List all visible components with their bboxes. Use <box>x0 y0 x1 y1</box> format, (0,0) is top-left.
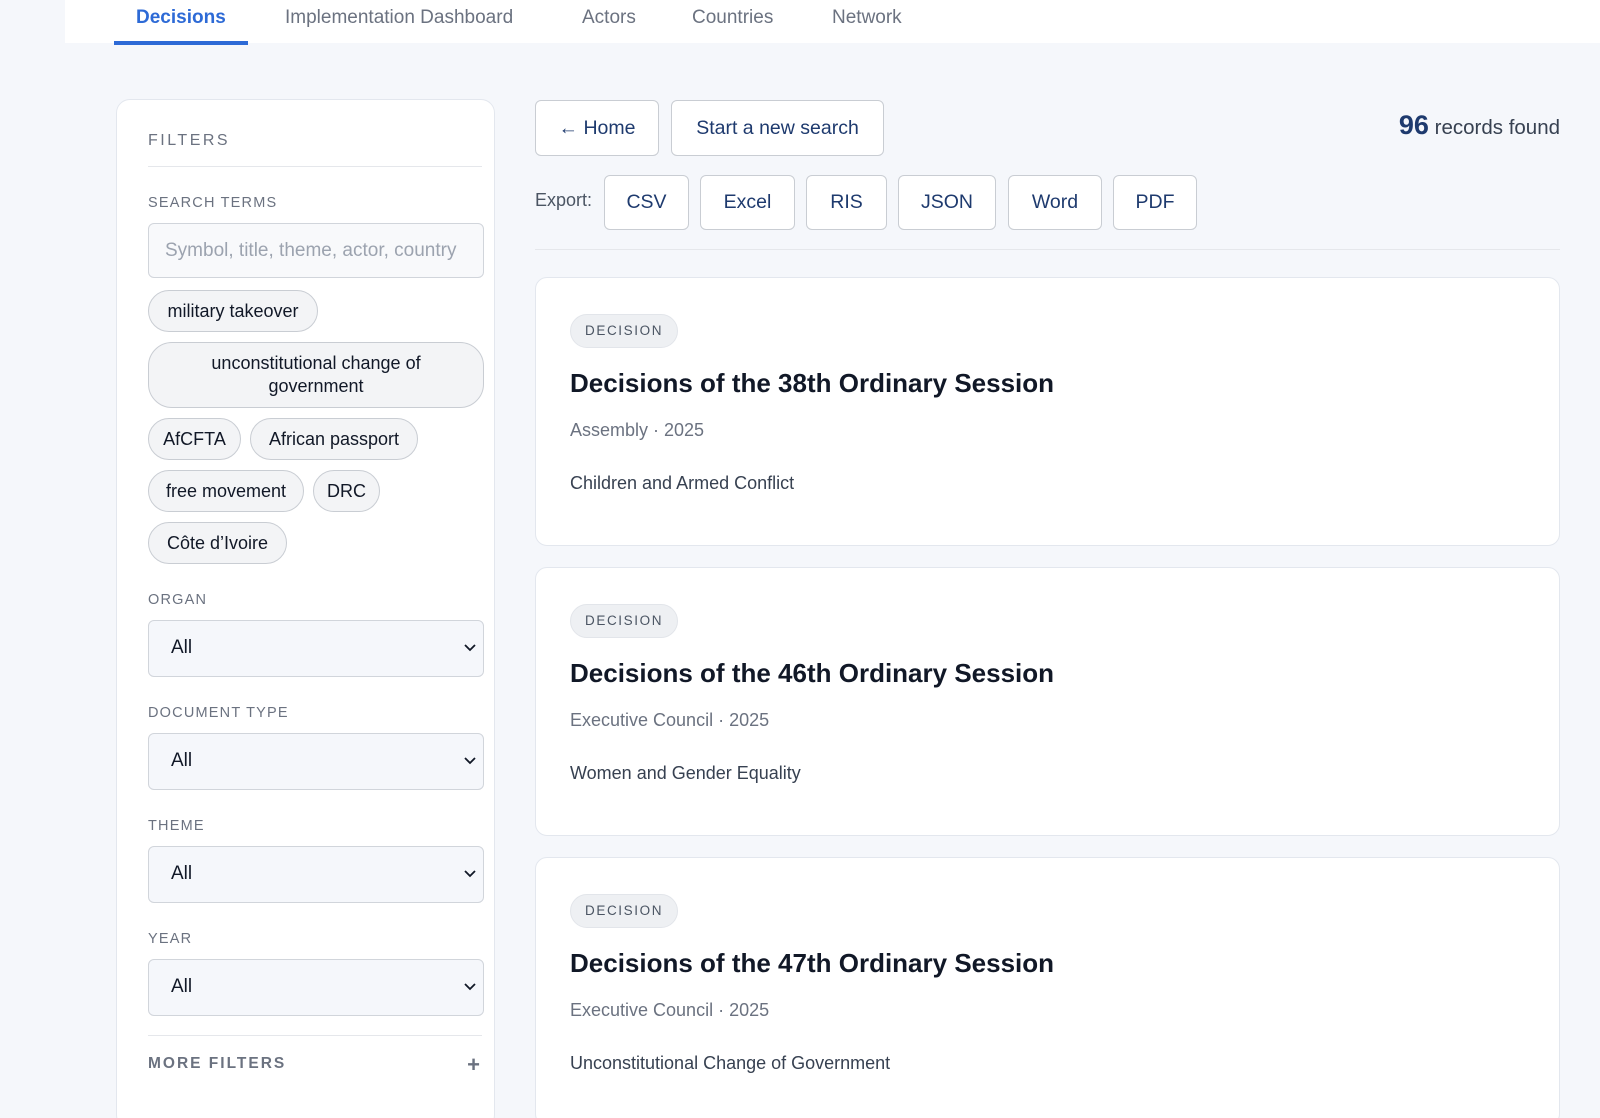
document-type-label: DOCUMENT TYPE <box>148 705 289 721</box>
result-card[interactable]: DECISION Decisions of the 38th Ordinary … <box>535 277 1560 546</box>
result-card[interactable]: DECISION Decisions of the 47th Ordinary … <box>535 857 1560 1118</box>
export-pdf-button[interactable]: PDF <box>1113 175 1197 230</box>
year-value: All <box>171 976 193 997</box>
suggestion-chip[interactable]: DRC <box>313 470 380 512</box>
suggestion-chip[interactable]: free movement <box>148 470 304 512</box>
type-badge: DECISION <box>570 314 679 348</box>
divider <box>148 1035 482 1036</box>
type-badge: DECISION <box>570 894 679 928</box>
search-input[interactable] <box>148 223 484 278</box>
type-badge: DECISION <box>570 604 679 638</box>
chevron-down-icon <box>464 757 476 765</box>
top-nav: Decisions Implementation Dashboard Actor… <box>65 0 1600 45</box>
more-filters-toggle[interactable]: MORE FILTERS + <box>148 1052 482 1085</box>
search-terms-label: SEARCH TERMS <box>148 195 278 211</box>
filters-title: FILTERS <box>148 132 231 149</box>
home-button[interactable]: ← Home <box>535 100 659 156</box>
year-label: YEAR <box>148 931 193 947</box>
document-type-value: All <box>171 750 193 771</box>
result-title[interactable]: Decisions of the 46th Ordinary Session <box>570 658 1054 689</box>
plus-icon: + <box>467 1052 480 1077</box>
suggestion-chip[interactable]: AfCFTA <box>148 418 241 460</box>
records-number: 96 <box>1398 110 1429 140</box>
chevron-down-icon <box>464 983 476 991</box>
result-meta: Assembly · 2025 <box>570 420 705 440</box>
records-suffix: records found <box>1434 116 1560 139</box>
filters-panel: FILTERS SEARCH TERMS military takeover u… <box>116 99 495 1118</box>
suggestion-chip[interactable]: African passport <box>250 418 418 460</box>
chevron-down-icon <box>464 644 476 652</box>
result-card[interactable]: DECISION Decisions of the 46th Ordinary … <box>535 567 1560 836</box>
suggestion-chip[interactable]: military takeover <box>148 290 318 332</box>
suggestion-chip[interactable]: unconstitutional change of government <box>148 342 484 408</box>
more-filters-label: MORE FILTERS <box>148 1055 287 1072</box>
theme-select[interactable]: All <box>148 846 484 903</box>
divider <box>535 249 1560 250</box>
document-type-select[interactable]: All <box>148 733 484 790</box>
tab-actors[interactable]: Actors <box>582 0 636 45</box>
export-csv-button[interactable]: CSV <box>604 175 689 230</box>
export-json-button[interactable]: JSON <box>898 175 996 230</box>
organ-label: ORGAN <box>148 592 208 608</box>
tab-network[interactable]: Network <box>832 0 902 45</box>
tab-countries[interactable]: Countries <box>692 0 773 45</box>
export-word-button[interactable]: Word <box>1008 175 1102 230</box>
theme-label: THEME <box>148 818 205 834</box>
export-label: Export: <box>535 190 593 210</box>
result-meta: Executive Council · 2025 <box>570 1000 770 1020</box>
organ-select[interactable]: All <box>148 620 484 677</box>
export-excel-button[interactable]: Excel <box>700 175 795 230</box>
chevron-down-icon <box>464 870 476 878</box>
tab-implementation-dashboard[interactable]: Implementation Dashboard <box>285 0 513 45</box>
result-meta: Executive Council · 2025 <box>570 710 770 730</box>
new-search-button[interactable]: Start a new search <box>671 100 884 156</box>
result-theme: Women and Gender Equality <box>570 763 801 783</box>
result-theme: Children and Armed Conflict <box>570 473 795 493</box>
export-ris-button[interactable]: RIS <box>806 175 887 230</box>
result-title[interactable]: Decisions of the 38th Ordinary Session <box>570 368 1054 399</box>
year-select[interactable]: All <box>148 959 484 1016</box>
result-title[interactable]: Decisions of the 47th Ordinary Session <box>570 948 1054 979</box>
suggestion-chip[interactable]: Côte d’Ivoire <box>148 522 287 564</box>
theme-value: All <box>171 863 193 884</box>
divider <box>148 166 482 167</box>
organ-value: All <box>171 637 193 658</box>
tab-decisions[interactable]: Decisions <box>114 0 248 45</box>
records-count: 96 records found <box>1399 110 1560 141</box>
result-theme: Unconstitutional Change of Government <box>570 1053 891 1073</box>
